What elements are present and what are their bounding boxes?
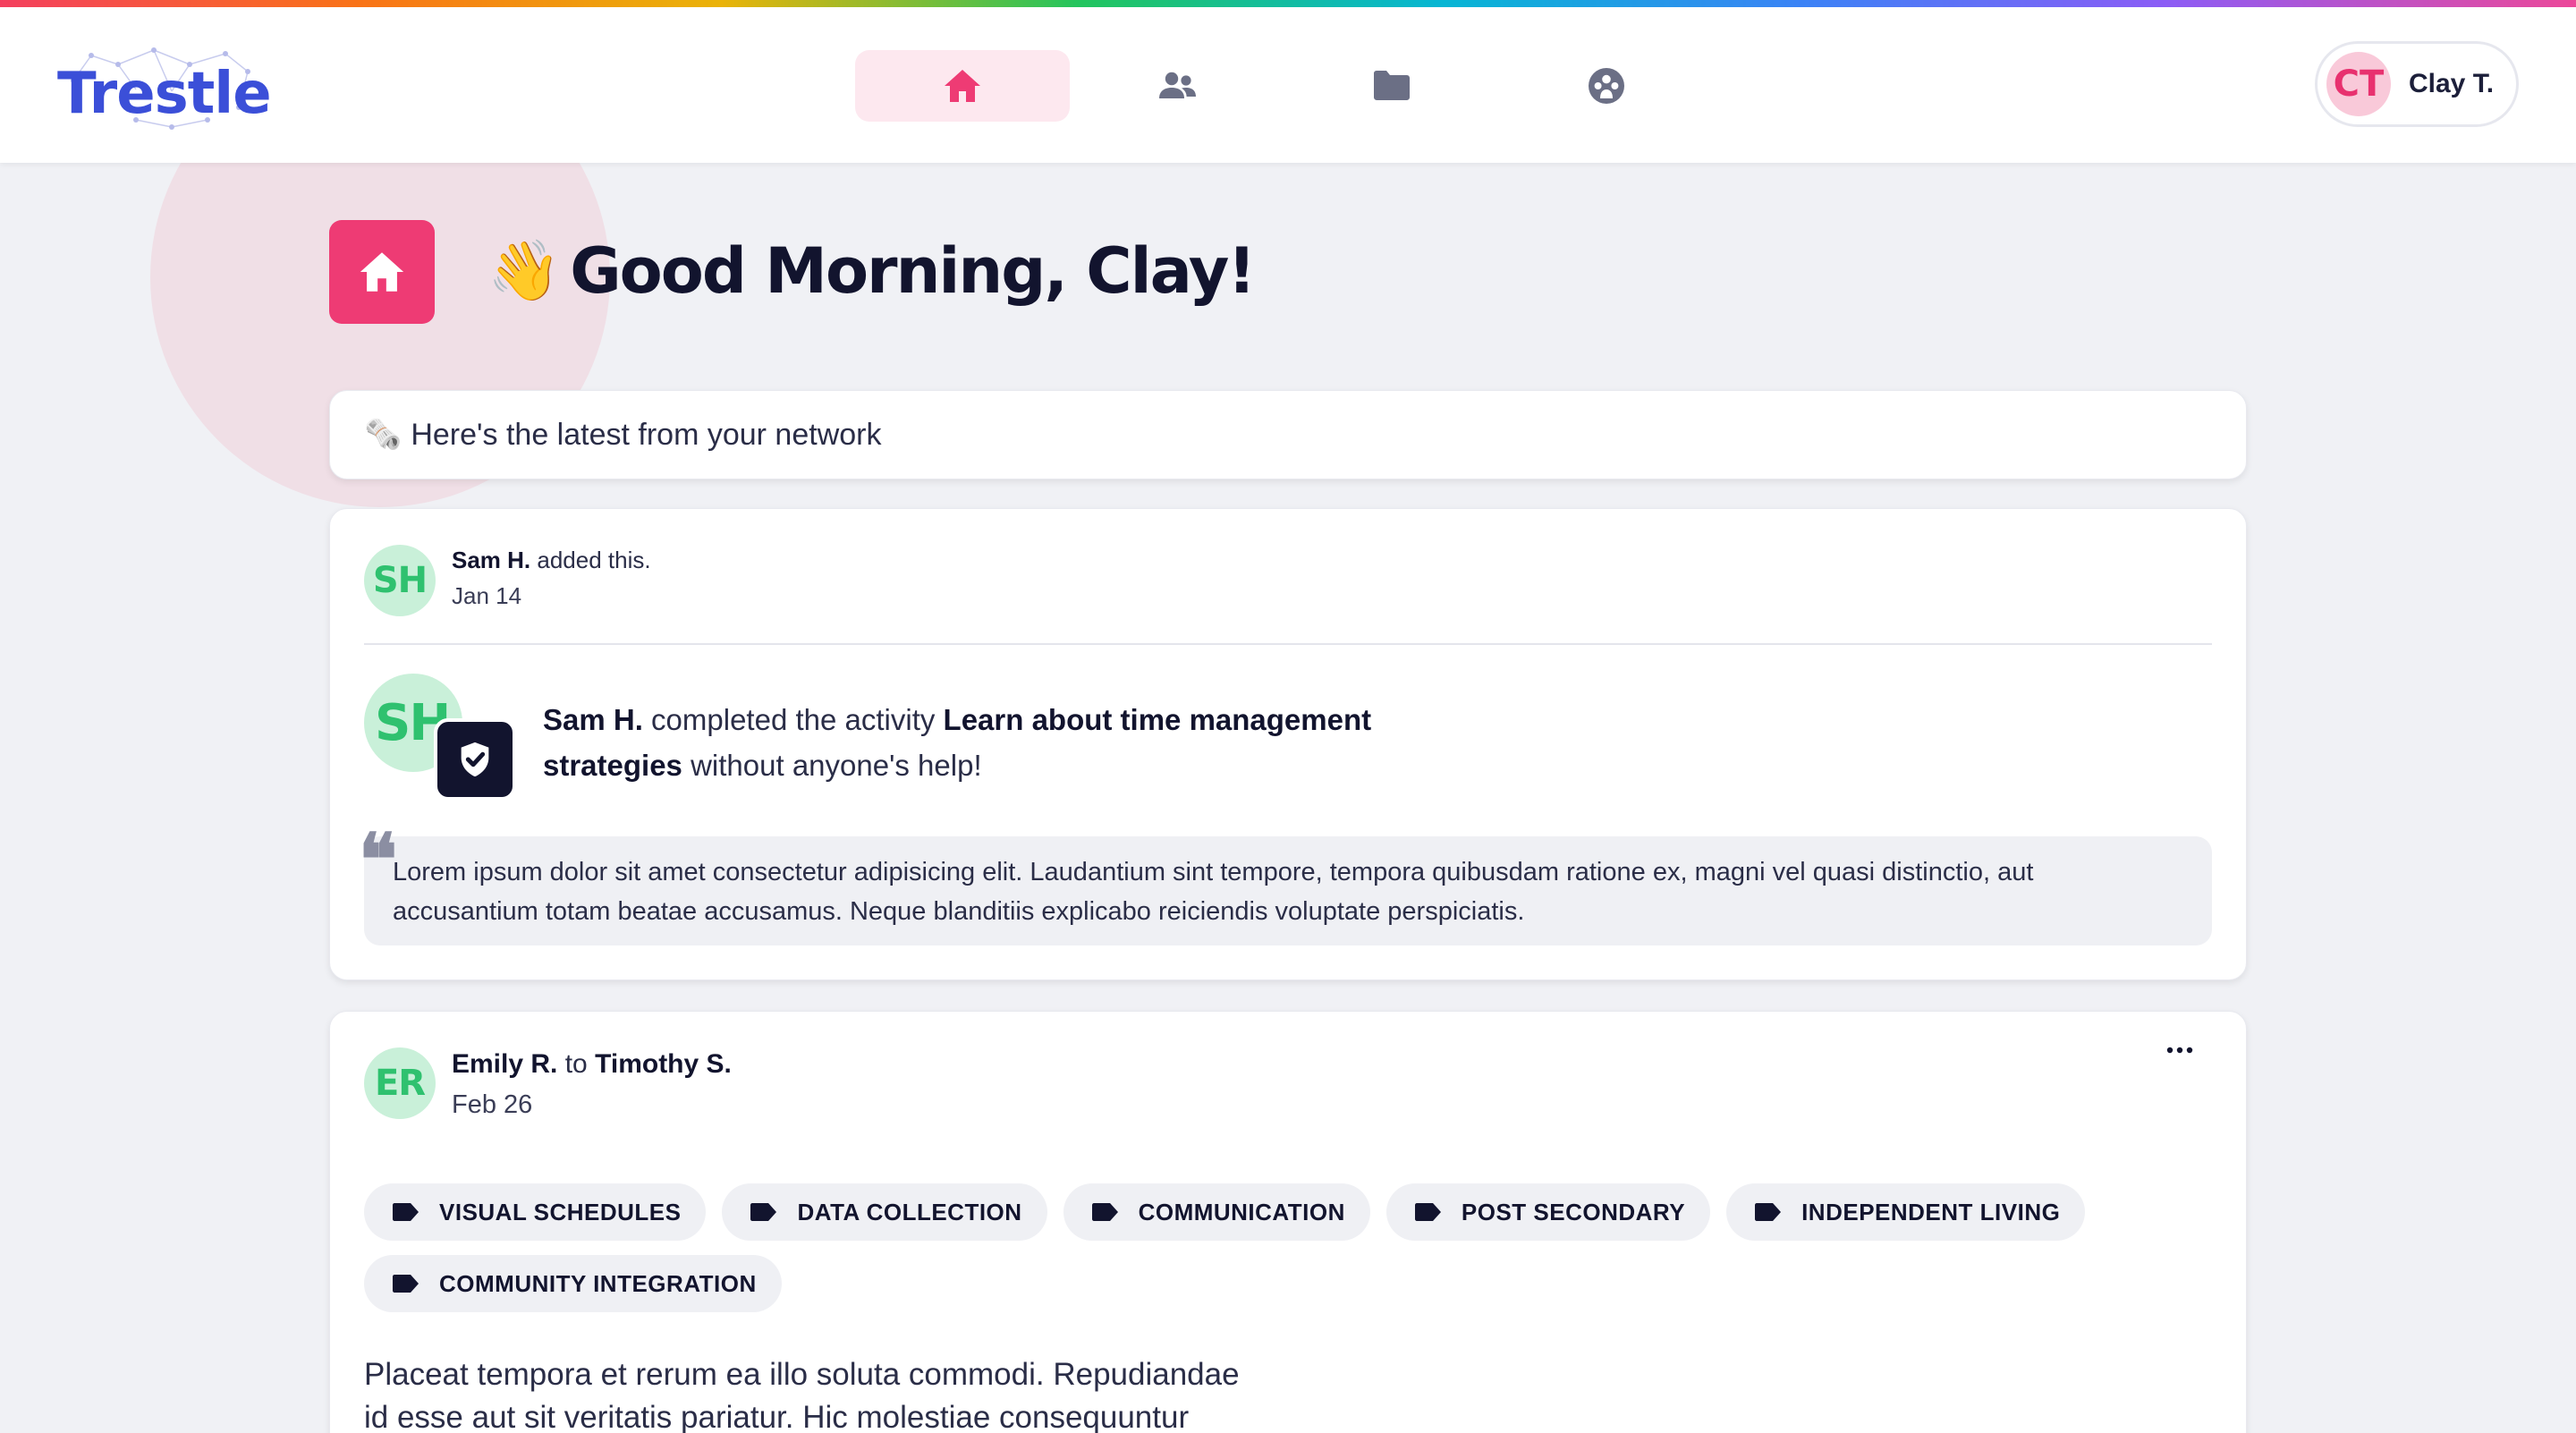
tag-label: COMMUNITY INTEGRATION — [439, 1269, 757, 1297]
quote-block: Lorem ipsum dolor sit amet consectetur a… — [364, 836, 2212, 945]
home-icon — [360, 252, 404, 292]
brand-name: Trestle — [57, 61, 272, 127]
activity-verb: completed the activity — [642, 703, 944, 736]
more-options-button[interactable] — [2162, 1037, 2198, 1064]
feed-intro-text: Here's the latest from your network — [411, 417, 882, 452]
top-navigation-bar: Trestle CT Clay T. — [0, 7, 2576, 163]
to-word: to — [557, 1049, 596, 1079]
main-nav — [855, 50, 1714, 122]
author-name[interactable]: Sam H. — [452, 547, 530, 573]
user-menu[interactable]: CT Clay T. — [2315, 41, 2519, 127]
rainbow-accent-bar — [0, 0, 2576, 7]
tag-label: COMMUNICATION — [1138, 1198, 1345, 1225]
author-name[interactable]: Emily R. — [452, 1049, 557, 1079]
newspaper-icon: 🗞️ — [364, 418, 402, 452]
trestle-logo[interactable]: Trestle — [55, 45, 272, 134]
feed-post: ER Emily R. to Timothy S. Feb 26 VISUAL … — [329, 1011, 2247, 1433]
tag-label: DATA COLLECTION — [797, 1198, 1022, 1225]
post-date: Jan 14 — [452, 582, 522, 609]
tag-chip[interactable]: COMMUNITY INTEGRATION — [364, 1255, 782, 1312]
post-author-line: Sam H. added this. — [452, 547, 651, 574]
nav-files[interactable] — [1284, 50, 1499, 122]
post-action: added this. — [530, 547, 651, 573]
folder-icon — [1374, 71, 1410, 100]
post-body: Placeat tempora et rerum ea illo soluta … — [364, 1357, 1240, 1433]
ellipsis-icon — [2166, 1047, 2193, 1054]
tag-list: VISUAL SCHEDULES DATA COLLECTION COMMUNI… — [364, 1183, 2117, 1312]
tag-chip[interactable]: POST SECONDARY — [1385, 1183, 1711, 1241]
avatar: CT — [2326, 52, 2391, 116]
waving-hand-icon: 👋 — [487, 236, 561, 305]
quote-icon: ❝ — [359, 818, 398, 902]
feed-intro-card: 🗞️ Here's the latest from your network — [329, 390, 2247, 479]
activity-tail: without anyone's help! — [682, 749, 982, 782]
tag-icon — [750, 1203, 777, 1221]
tag-label: VISUAL SCHEDULES — [439, 1198, 682, 1225]
tag-icon — [1414, 1203, 1441, 1221]
activity-actor[interactable]: Sam H. — [543, 703, 643, 736]
tag-chip[interactable]: DATA COLLECTION — [722, 1183, 1047, 1241]
user-name: Clay T. — [2409, 69, 2495, 98]
feed-post: SH Sam H. added this. Jan 14 SH Sam H. c… — [329, 508, 2247, 980]
post-author-line: Emily R. to Timothy S. — [452, 1049, 732, 1080]
tag-chip[interactable]: INDEPENDENT LIVING — [1726, 1183, 2086, 1241]
nav-home[interactable] — [855, 50, 1070, 122]
recipient-name[interactable]: Timothy S. — [595, 1049, 732, 1079]
activity-complete-badge — [434, 718, 516, 801]
tag-label: POST SECONDARY — [1461, 1198, 1686, 1225]
shield-check-icon — [461, 742, 489, 777]
community-icon — [1589, 68, 1624, 104]
tag-chip[interactable]: VISUAL SCHEDULES — [364, 1183, 707, 1241]
tag-icon — [1091, 1203, 1118, 1221]
people-icon — [1159, 72, 1196, 98]
activity-description: Sam H. completed the activity Learn abou… — [543, 697, 1473, 788]
home-icon — [945, 70, 980, 102]
page-icon-badge — [329, 220, 435, 324]
page-title: 👋 Good Morning, Clay! — [487, 234, 1256, 308]
nav-people[interactable] — [1070, 50, 1284, 122]
tag-icon — [393, 1203, 419, 1221]
divider — [364, 643, 2212, 645]
tag-chip[interactable]: COMMUNICATION — [1063, 1183, 1370, 1241]
nav-community[interactable] — [1499, 50, 1714, 122]
tag-icon — [1755, 1203, 1782, 1221]
greeting-text: Good Morning, Clay! — [570, 234, 1256, 308]
tag-label: INDEPENDENT LIVING — [1801, 1198, 2061, 1225]
post-date: Feb 26 — [452, 1090, 533, 1119]
tag-icon — [393, 1275, 419, 1293]
avatar[interactable]: SH — [364, 545, 436, 616]
avatar[interactable]: ER — [364, 1047, 436, 1119]
